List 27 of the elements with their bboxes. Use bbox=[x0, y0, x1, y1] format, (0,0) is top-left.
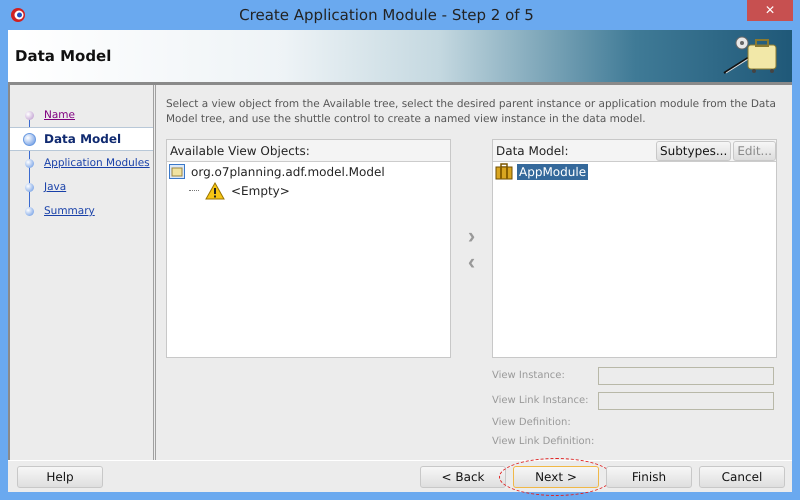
window-title: Create Application Module - Step 2 of 5 bbox=[238, 6, 535, 24]
tree-item[interactable]: org.o7planning.adf.model.Model bbox=[189, 164, 387, 180]
field-label: View Instance: bbox=[492, 368, 566, 382]
step-link[interactable]: Java bbox=[44, 181, 66, 193]
tree-item[interactable]: AppModule bbox=[517, 164, 588, 180]
panel-title: Data Model: bbox=[496, 144, 570, 158]
panel-title: Available View Objects: bbox=[170, 144, 311, 158]
dialog-button[interactable]: < Back bbox=[420, 466, 506, 488]
warning-icon bbox=[205, 182, 225, 200]
step-link[interactable]: Application Modules bbox=[44, 157, 150, 169]
step-link[interactable]: Summary bbox=[44, 205, 95, 217]
tree-item[interactable]: <Empty> bbox=[229, 182, 292, 198]
step-link[interactable]: Name bbox=[44, 109, 75, 121]
dialog-button[interactable]: Next > bbox=[513, 466, 599, 488]
app-logo-icon bbox=[10, 7, 26, 23]
dialog-button[interactable]: Cancel bbox=[699, 466, 785, 488]
close-button[interactable]: × bbox=[747, 0, 793, 21]
briefcase-icon bbox=[495, 163, 513, 180]
instructions-text: Select a view object from the Available tree, select the desired parent instance or application module from the Data Model tree, and use the shuttle control to create a named view instance in the data model. bbox=[166, 97, 777, 127]
help-button[interactable]: Help bbox=[17, 466, 103, 488]
dialog-button[interactable]: Finish bbox=[606, 466, 692, 488]
panel-button[interactable]: Subtypes... bbox=[656, 140, 732, 160]
field-label: View Link Instance: bbox=[492, 394, 590, 408]
folder-icon bbox=[169, 164, 185, 179]
field-label: View Definition: bbox=[492, 416, 572, 430]
field-label: View Link Definition: bbox=[492, 434, 596, 448]
page-title: Data Model bbox=[15, 47, 112, 65]
